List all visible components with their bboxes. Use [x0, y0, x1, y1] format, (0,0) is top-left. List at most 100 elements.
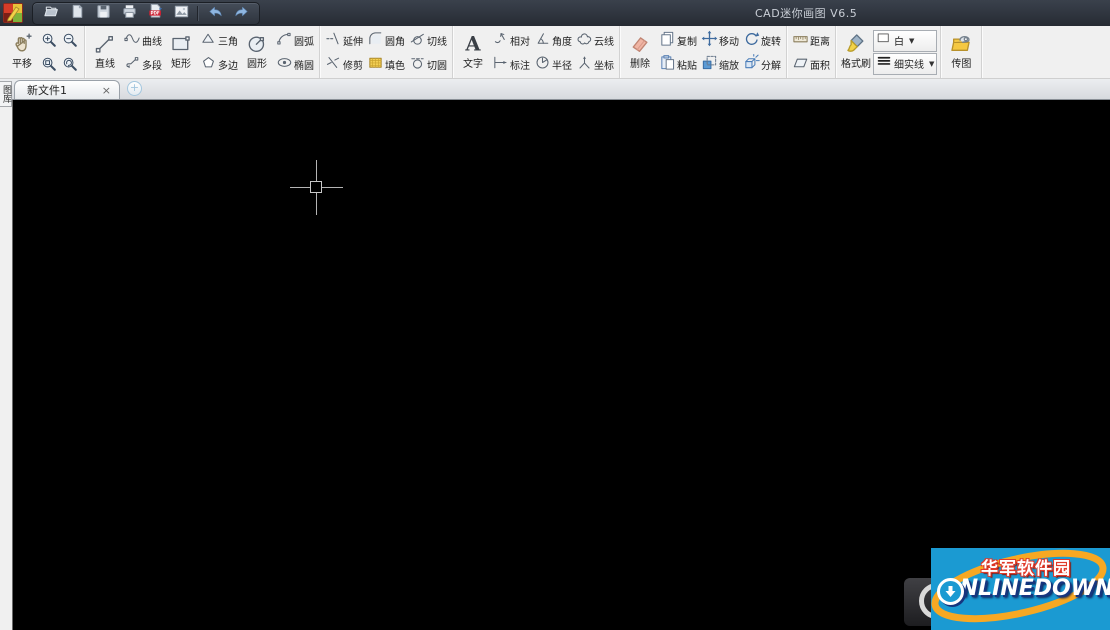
- tool-zoom-window[interactable]: [41, 56, 58, 73]
- tool-explode[interactable]: 分解: [741, 53, 783, 76]
- tool-triangle[interactable]: 三角: [198, 29, 240, 52]
- relative-icon: [492, 30, 509, 50]
- tool-paste[interactable]: 粘贴: [657, 53, 699, 76]
- tool-label: 旋转: [761, 36, 781, 48]
- tool-rotate[interactable]: 旋转: [741, 29, 783, 52]
- t-redo-icon: [233, 3, 250, 24]
- color-swatch-icon: [876, 32, 892, 49]
- save-button[interactable]: [90, 4, 116, 23]
- tab-label: 新文件1: [27, 84, 67, 97]
- tool-arc[interactable]: 圆弧: [274, 29, 316, 52]
- tool-label: 细实线: [894, 60, 924, 71]
- watermark: 华军软件园 ONLINEDOWN.NET: [931, 548, 1110, 630]
- tool-curve[interactable]: 曲线: [122, 29, 164, 52]
- tab-document[interactable]: 新文件1 ×: [14, 80, 120, 99]
- tool-rectangle[interactable]: 矩形: [164, 27, 198, 77]
- toolbar-group-5: 距离 面积: [787, 26, 836, 78]
- polyline-icon: [124, 54, 141, 74]
- tool-color-select[interactable]: 白 ▼: [873, 29, 938, 52]
- left-panel-strip: [0, 100, 13, 630]
- tool-delete[interactable]: 删除: [623, 27, 657, 77]
- tool-move[interactable]: 移动: [699, 29, 741, 52]
- tool-label: 切线: [427, 36, 447, 48]
- drawing-canvas[interactable]: 华军软件园 ONLINEDOWN.NET: [13, 100, 1110, 630]
- redo-button[interactable]: [228, 4, 254, 23]
- extend-icon: [325, 30, 342, 50]
- tool-ellipse[interactable]: 椭圆: [274, 53, 316, 76]
- tool-transfer-image[interactable]: 传图: [944, 27, 978, 77]
- tool-copy[interactable]: 复制: [657, 29, 699, 52]
- tool-area[interactable]: 面积: [790, 53, 832, 76]
- svg-text:PDF: PDF: [150, 10, 159, 15]
- tool-label: 文字: [463, 59, 483, 70]
- tool-circle[interactable]: 圆形: [240, 27, 274, 77]
- tool-label: 粘贴: [677, 60, 697, 72]
- tool-label: 角度: [552, 36, 572, 48]
- dropdown-caret-icon[interactable]: ▼: [929, 60, 934, 68]
- tool-polygon[interactable]: 多边: [198, 53, 240, 76]
- toolbar-separator: [197, 5, 199, 21]
- tool-zoom-out[interactable]: [62, 32, 79, 49]
- export-pdf-button[interactable]: PDF: [142, 3, 168, 23]
- tool-label: 标注: [510, 60, 530, 72]
- tangent-line-icon: [409, 30, 426, 50]
- window-title: CAD迷你画图 V6.5: [755, 7, 858, 20]
- crosshair-pickbox: [310, 181, 322, 193]
- dropdown-caret-icon[interactable]: ▼: [909, 37, 914, 45]
- zoom-extents-icon: [62, 56, 79, 73]
- tool-text[interactable]: A 文字: [456, 27, 490, 77]
- export-image-button[interactable]: [168, 4, 194, 23]
- main-toolbar: 平移 直线 曲线 多段 矩形 三角 多边 圆形 圆弧椭圆 延伸修剪 圆角 填色 切线切圆 A 文字 相对标注 角…: [0, 26, 1110, 79]
- tool-dimension[interactable]: 标注: [490, 53, 532, 76]
- distance-icon: [792, 30, 809, 50]
- tool-linetype-select[interactable]: 细实线 ▼: [873, 52, 938, 75]
- toolbar-group-0: 平移: [2, 26, 85, 78]
- tool-distance[interactable]: 距离: [790, 29, 832, 52]
- new-tab-button[interactable]: +: [127, 81, 142, 96]
- copy-icon: [659, 30, 676, 50]
- new-button[interactable]: [64, 4, 90, 23]
- open-button[interactable]: [38, 4, 64, 23]
- tool-label: 圆形: [247, 59, 267, 70]
- tab-close-icon[interactable]: ×: [99, 85, 114, 96]
- quick-access-toolbar: PDF: [32, 1, 260, 25]
- zoom-window-icon: [41, 56, 58, 73]
- tool-label: 切圆: [427, 60, 447, 72]
- zoom-in-icon: [41, 32, 58, 49]
- tool-revision-cloud[interactable]: 云线: [574, 29, 616, 52]
- tool-line[interactable]: 直线: [88, 27, 122, 77]
- tool-relative[interactable]: 相对: [490, 29, 532, 52]
- tool-zoom-in[interactable]: [41, 32, 58, 49]
- zoom-out-icon: [62, 32, 79, 49]
- tool-extend[interactable]: 延伸: [323, 29, 365, 52]
- print-button[interactable]: [116, 4, 142, 23]
- eraser-icon: [629, 33, 651, 59]
- tool-format-painter[interactable]: 格式刷: [839, 27, 873, 77]
- tool-label: 复制: [677, 36, 697, 48]
- angle-icon: [534, 30, 551, 50]
- partial-logo-background: [904, 578, 931, 626]
- tool-tangent-line[interactable]: 切线: [407, 29, 449, 52]
- tool-label: 修剪: [343, 60, 363, 72]
- tangent-circle-icon: [409, 54, 426, 74]
- tool-zoom-extents[interactable]: [62, 56, 79, 73]
- tool-label: 坐标: [594, 60, 614, 72]
- tool-label: 矩形: [171, 59, 191, 70]
- tool-label: 椭圆: [294, 60, 314, 72]
- tool-tangent-circle[interactable]: 切圆: [407, 53, 449, 76]
- tool-fill-color[interactable]: 填色: [365, 53, 407, 76]
- sidebar-tab-library[interactable]: 图库: [0, 81, 12, 107]
- tool-label: 白: [894, 37, 904, 48]
- tool-polyline[interactable]: 多段: [122, 53, 164, 76]
- linetype-icon: [876, 55, 892, 72]
- tool-coordinate[interactable]: 坐标: [574, 53, 616, 76]
- undo-button[interactable]: [202, 4, 228, 23]
- tool-angle[interactable]: 角度: [532, 29, 574, 52]
- tool-trim[interactable]: 修剪: [323, 53, 365, 76]
- tool-fillet[interactable]: 圆角: [365, 29, 407, 52]
- tool-radius[interactable]: 半径: [532, 53, 574, 76]
- tool-pan[interactable]: 平移: [5, 27, 39, 77]
- dimension-icon: [492, 54, 509, 74]
- toolbar-group-1: 直线 曲线 多段 矩形 三角 多边 圆形 圆弧椭圆: [85, 26, 320, 78]
- tool-scale[interactable]: 缩放: [699, 53, 741, 76]
